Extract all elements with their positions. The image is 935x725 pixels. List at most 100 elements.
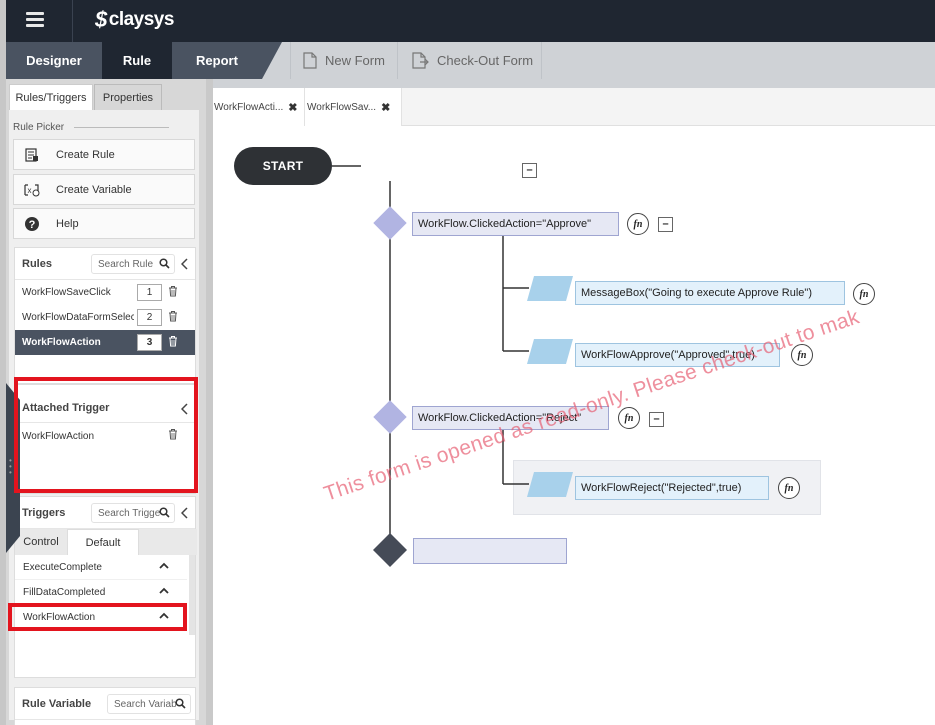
tab-properties[interactable]: Properties <box>94 84 162 110</box>
action-parallelogram[interactable] <box>527 472 573 497</box>
divider <box>74 126 170 128</box>
rule-order-input[interactable]: 3 <box>137 334 162 351</box>
attached-trigger-section: Attached Trigger WorkFlowAction <box>14 384 196 494</box>
tab-rules-triggers[interactable]: Rules/Triggers <box>9 84 93 110</box>
document-icon <box>303 52 317 69</box>
rules-search-input[interactable]: Search Rule <box>91 254 175 274</box>
document-arrow-icon <box>412 52 429 69</box>
magnifier-icon <box>159 258 170 269</box>
variable-icon: x <box>18 182 46 198</box>
new-form-button[interactable]: New Form <box>290 42 397 79</box>
action-workflowreject[interactable]: WorkFlowReject("Rejected",true) <box>575 476 769 500</box>
rule-variable-search-placeholder: Search Variable <box>114 698 176 710</box>
action-messagebox[interactable]: MessageBox("Going to execute Approve Rul… <box>575 281 845 305</box>
rule-row[interactable]: WorkFlowSaveClick 1 <box>15 280 195 305</box>
rule-row[interactable]: WorkFlowAction 3 <box>15 330 195 355</box>
chevron-left-icon[interactable] <box>181 507 189 519</box>
condition-reject[interactable]: WorkFlow.ClickedAction="Reject" <box>412 406 609 430</box>
magnifier-icon <box>159 507 170 518</box>
trigger-row[interactable]: ErrorHandler <box>15 630 187 638</box>
fn-icon[interactable]: fn <box>853 283 875 305</box>
end-diamond[interactable] <box>373 533 407 567</box>
rule-table-icon <box>18 147 46 163</box>
tab-designer[interactable]: Designer <box>6 42 102 79</box>
action-parallelogram[interactable] <box>527 276 573 301</box>
condition-diamond[interactable] <box>373 400 407 434</box>
panel-tabs: Rules/Triggers Properties <box>6 84 206 110</box>
create-rule-button[interactable]: Create Rule <box>13 139 195 170</box>
fn-icon[interactable]: fn <box>618 407 640 429</box>
chevron-up-icon[interactable] <box>159 587 169 595</box>
rule-variable-title: Rule Variable <box>22 697 92 710</box>
trigger-row[interactable]: ExecuteComplete <box>15 555 187 580</box>
triggers-header: Triggers Search Trigger <box>15 497 195 529</box>
trash-icon[interactable] <box>168 428 178 440</box>
attached-trigger-item[interactable]: WorkFlowAction <box>15 423 195 449</box>
trash-icon[interactable] <box>168 335 178 347</box>
trigger-tabs: Control Default <box>15 529 197 555</box>
logo-mark: $ <box>95 7 107 32</box>
chevron-left-icon[interactable] <box>181 258 189 270</box>
chevron-up-icon[interactable] <box>159 562 169 570</box>
rule-variable-section: Rule Variable Search Variable <box>14 687 196 725</box>
tab-rule[interactable]: Rule <box>102 42 172 79</box>
fn-icon[interactable]: fn <box>778 477 800 499</box>
rules-triggers-pane: Rule Picker Create Rule x Create Variabl… <box>9 110 199 725</box>
top-bar: $ claysys <box>0 0 935 42</box>
doc-tab-label: WorkFlowSav... <box>307 101 377 113</box>
magnifier-icon <box>175 698 186 709</box>
trash-icon[interactable] <box>168 310 178 322</box>
hamburger-menu-icon[interactable] <box>26 10 48 30</box>
rule-order-input[interactable]: 1 <box>137 284 162 301</box>
fn-icon[interactable]: fn <box>627 213 649 235</box>
tab-report[interactable]: Report <box>172 42 282 79</box>
action-workflowapprove[interactable]: WorkFlowApprove("Approved",true) <box>575 343 780 367</box>
tab-default[interactable]: Default <box>67 529 139 555</box>
create-rule-label: Create Rule <box>56 148 115 161</box>
trigger-list: ExecuteComplete FillDataCompleted WorkFlow… <box>15 555 187 637</box>
collapse-condition-button[interactable]: – <box>658 217 673 232</box>
trigger-row[interactable]: FillDataCompleted <box>15 580 187 605</box>
trigger-row[interactable]: WorkFlowAction <box>15 605 187 630</box>
rule-order-input[interactable]: 2 <box>137 309 162 326</box>
doc-tab-workflowaction[interactable]: WorkFlowActi... ✖ <box>213 88 305 126</box>
help-label: Help <box>56 217 79 230</box>
rule-row[interactable]: WorkFlowDataFormSelected2 <box>15 305 195 330</box>
doc-tab-workflowsave[interactable]: WorkFlowSav... ✖ <box>305 88 402 126</box>
grip-dots: • • • <box>9 456 12 477</box>
rule-name: WorkFlowDataFormSelected <box>22 312 134 323</box>
topbar-separator <box>72 0 73 42</box>
close-icon[interactable]: ✖ <box>288 101 297 114</box>
attached-trigger-name: WorkFlowAction <box>22 430 95 442</box>
checkout-form-button[interactable]: Check-Out Form <box>397 42 542 79</box>
triggers-search-input[interactable]: Search Trigger <box>91 503 175 523</box>
rule-flow-canvas: START WorkFlowAction – WorkFlow.ClickedA… <box>213 127 935 725</box>
left-edge <box>0 0 6 42</box>
collapse-rule-button[interactable]: – <box>522 163 537 178</box>
triggers-section: Triggers Search Trigger Control Default … <box>14 496 197 678</box>
start-node[interactable]: START <box>234 147 332 185</box>
rule-picker-label: Rule Picker <box>13 122 65 133</box>
chevron-left-icon[interactable] <box>181 403 189 415</box>
tab-control[interactable]: Control <box>15 529 67 555</box>
triggers-title: Triggers <box>22 506 66 519</box>
action-parallelogram[interactable] <box>527 339 573 364</box>
help-button[interactable]: ? Help <box>13 208 195 239</box>
rules-section: Rules Search Rule WorkFlowSaveClick 1 Work… <box>14 247 196 384</box>
condition-diamond[interactable] <box>373 206 407 240</box>
create-variable-button[interactable]: x Create Variable <box>13 174 195 205</box>
panel-collapse-handle[interactable]: • • • <box>6 383 20 553</box>
close-icon[interactable]: ✖ <box>381 101 390 114</box>
checkout-form-label: Check-Out Form <box>437 53 534 68</box>
trigger-list-scrollbar[interactable] <box>189 555 195 635</box>
chevron-up-icon[interactable] <box>159 612 169 620</box>
panel-splitter[interactable] <box>206 79 213 725</box>
condition-approve[interactable]: WorkFlow.ClickedAction="Approve" <box>412 212 619 236</box>
collapse-condition-button[interactable]: – <box>649 412 664 427</box>
rule-variable-search-input[interactable]: Search Variable <box>107 694 191 714</box>
end-placeholder-box[interactable] <box>413 538 567 564</box>
rule-name-node[interactable]: WorkFlowAction <box>363 155 513 181</box>
trash-icon[interactable] <box>168 285 178 297</box>
rule-picker-title: Rule Picker <box>9 110 199 133</box>
fn-icon[interactable]: fn <box>791 344 813 366</box>
